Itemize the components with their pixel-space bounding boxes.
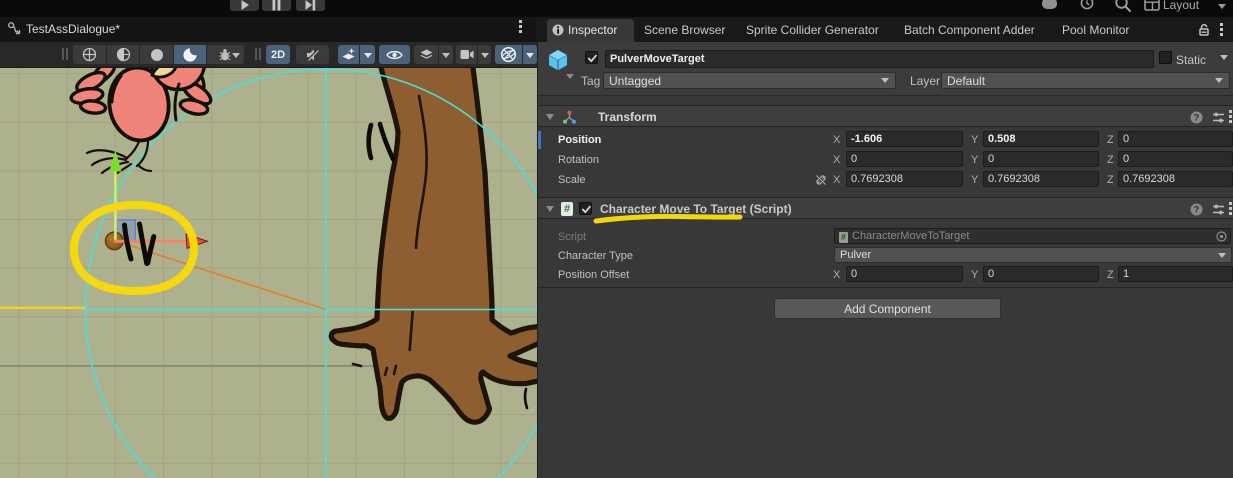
svg-text:?: ?: [1194, 113, 1200, 123]
svg-text:?: ?: [1194, 205, 1200, 215]
